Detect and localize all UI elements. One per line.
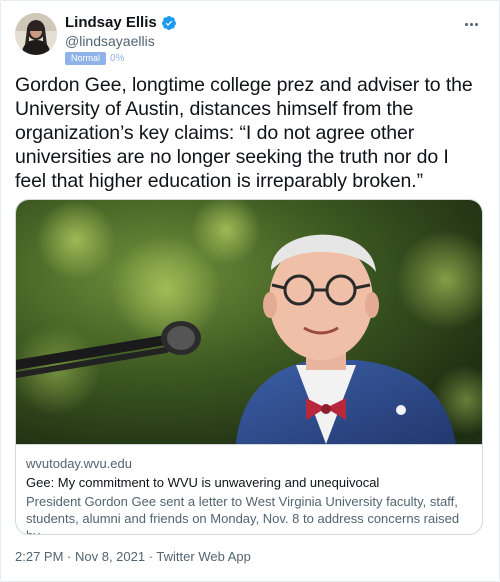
tweet-time[interactable]: 2:27 PM [15,549,63,564]
tweet-footer: 2:27 PM · Nov 8, 2021 · Twitter Web App [15,549,251,564]
tweet-date[interactable]: Nov 8, 2021 [75,549,145,564]
more-dot [474,22,478,26]
verified-badge-icon [161,15,176,30]
percent-label: 0% [110,53,125,64]
tweet-text: Gordon Gee, longtime college prez and ad… [15,74,473,192]
name-row: Lindsay Ellis [65,14,177,31]
footer-separator: · [63,549,75,564]
status-badge: Normal [65,52,107,65]
card-domain: wvutoday.wvu.edu [26,456,132,471]
link-card[interactable]: wvutoday.wvu.edu Gee: My commitment to W… [15,199,483,535]
more-dot [469,22,473,26]
tweet-header: Lindsay Ellis @lindsayaellis Normal 0% [15,13,485,65]
avatar-image [15,13,57,55]
tweet-card: Lindsay Ellis @lindsayaellis Normal 0% G… [0,0,500,582]
card-description: President Gordon Gee sent a letter to We… [26,494,460,534]
card-image [16,200,482,444]
card-body: wvutoday.wvu.edu Gee: My commitment to W… [16,444,482,534]
footer-separator: · [145,549,157,564]
more-dot [464,22,468,26]
user-info: Lindsay Ellis @lindsayaellis Normal 0% [65,14,177,65]
meta-row: Normal 0% [65,52,177,65]
card-title: Gee: My commitment to WVU is unwavering … [26,475,380,490]
display-name[interactable]: Lindsay Ellis [65,14,157,31]
avatar[interactable] [15,13,57,55]
more-options-icon[interactable] [459,15,483,33]
user-handle[interactable]: @lindsayaellis [65,33,177,49]
tweet-source[interactable]: Twitter Web App [156,549,250,564]
